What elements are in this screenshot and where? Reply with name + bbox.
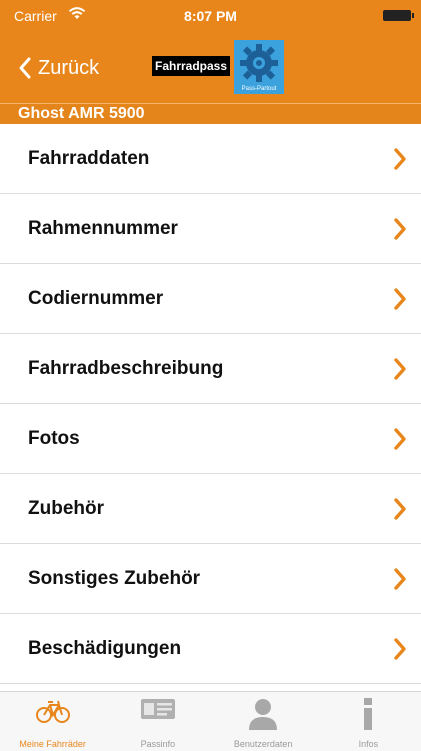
app-logo: Fahrradpass Pass-Partout	[152, 40, 284, 94]
tab-passinfo[interactable]: Passinfo	[105, 692, 210, 751]
chevron-right-icon	[394, 498, 406, 520]
menu-item-fahrradbeschreibung[interactable]: Fahrradbeschreibung	[0, 334, 421, 404]
status-bar: Carrier 8:07 PM	[0, 0, 421, 32]
tab-infos[interactable]: Infos	[316, 692, 421, 751]
gear-logo-badge: Pass-Partout	[234, 40, 284, 94]
menu-item-label: Fahrradbeschreibung	[28, 358, 224, 379]
battery-icon	[383, 10, 414, 21]
tab-bar: Meine Fahrräder Passinfo Benutzerdaten I…	[0, 691, 421, 751]
tab-label: Infos	[358, 739, 379, 749]
menu-item-sonstiges-zubehoer[interactable]: Sonstiges Zubehör	[0, 544, 421, 614]
navigation-bar: Carrier 8:07 PM Zurück Fahrradpass Pass-…	[0, 0, 421, 103]
menu-item-label: Codiernummer	[28, 288, 164, 309]
logo-subtitle: Pass-Partout	[241, 86, 277, 92]
tab-label: Benutzerdaten	[233, 739, 293, 749]
chevron-right-icon	[394, 568, 406, 590]
menu-item-label: Rahmennummer	[28, 218, 178, 239]
chevron-right-icon	[394, 148, 406, 170]
tab-meine-fahrraeder[interactable]: Meine Fahrräder	[0, 692, 105, 751]
menu-item-codiernummer[interactable]: Codiernummer	[0, 264, 421, 334]
chevron-right-icon	[394, 288, 406, 310]
user-icon	[249, 699, 278, 730]
menu-item-label: Zubehör	[28, 498, 104, 519]
menu-item-label: Fahrraddaten	[28, 148, 150, 169]
menu-item-fotos[interactable]: Fotos	[0, 404, 421, 474]
chevron-left-icon	[19, 57, 31, 79]
menu-item-label: Fotos	[28, 428, 80, 449]
gear-icon	[240, 44, 278, 82]
menu-item-fahrraddaten[interactable]: Fahrraddaten	[0, 124, 421, 194]
tab-label: Meine Fahrräder	[19, 739, 86, 749]
bicycle-icon	[35, 700, 70, 723]
chevron-right-icon	[394, 358, 406, 380]
chevron-right-icon	[394, 218, 406, 240]
section-header: Ghost AMR 5900	[0, 103, 421, 124]
chevron-right-icon	[394, 638, 406, 660]
logo-title: Fahrradpass	[152, 56, 231, 76]
menu-item-rahmennummer[interactable]: Rahmennummer	[0, 194, 421, 264]
back-label: Zurück	[38, 56, 100, 79]
status-time: 8:07 PM	[184, 8, 237, 24]
menu-item-label: Beschädigungen	[28, 638, 182, 659]
chevron-right-icon	[394, 428, 406, 450]
passinfo-icon	[140, 699, 175, 719]
menu-item-beschaedigungen[interactable]: Beschädigungen	[0, 614, 421, 684]
back-button[interactable]: Zurück	[18, 53, 99, 83]
menu-item-zubehoer[interactable]: Zubehör	[0, 474, 421, 544]
tab-label: Passinfo	[140, 739, 176, 749]
info-icon	[364, 698, 373, 730]
menu-list: Fahrraddaten Rahmennummer Codiernummer F…	[0, 124, 421, 684]
menu-item-label: Sonstiges Zubehör	[28, 568, 201, 589]
tab-benutzerdaten[interactable]: Benutzerdaten	[211, 692, 316, 751]
